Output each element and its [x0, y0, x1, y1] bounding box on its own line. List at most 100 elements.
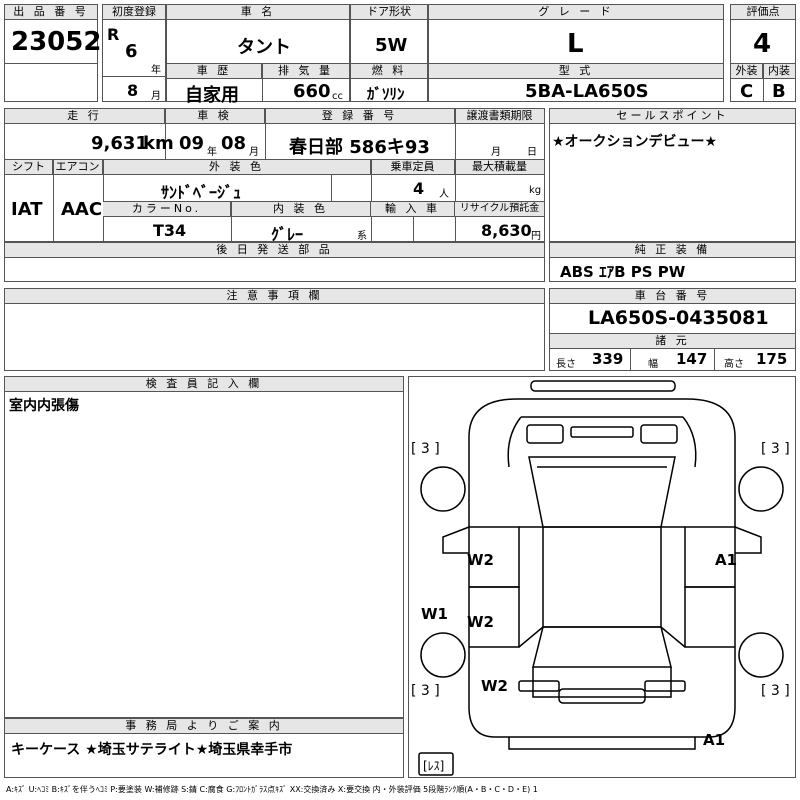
car-diagram: [ 3 ] [ 3 ] [ 3 ] [ 3 ] [ﾚｽ] W2 W2 W2 W1… — [408, 376, 796, 778]
height-label: 高さ — [724, 359, 744, 370]
displacement-label: 排 気 量 — [262, 64, 349, 79]
inspector-label: 検 査 員 記 入 欄 — [5, 377, 403, 392]
load-unit: kg — [529, 185, 542, 196]
notes-label: 注 意 事 項 欄 — [5, 289, 544, 304]
grade-label: グ レ ー ド — [429, 5, 723, 20]
notes-box: 注 意 事 項 欄 — [4, 288, 545, 371]
selling-point-box: セールスポイント ★オークションデビュー★ — [549, 108, 796, 242]
rank-rear-right: [ 3 ] — [761, 683, 790, 699]
inspection-label: 車 検 — [165, 109, 265, 124]
damage-mark-w1-left: W1 — [421, 605, 448, 623]
grade: L — [567, 29, 584, 59]
damage-mark-w2-rear: W2 — [481, 677, 508, 695]
color-no-label: カラーNo. — [103, 202, 231, 217]
mileage-label: 走 行 — [5, 109, 165, 124]
inspector-note: 室内内張傷 — [9, 398, 79, 414]
width: 147 — [676, 350, 708, 368]
interior-grade: B — [772, 81, 786, 102]
rank-rear-left: [ 3 ] — [411, 683, 440, 699]
int-color-label: 内 装 色 — [231, 202, 371, 217]
color-no: T34 — [153, 221, 187, 240]
model: 5BA-LA650S — [525, 81, 649, 102]
fuel-label: 燃 料 — [351, 64, 427, 79]
rank-front-right: [ 3 ] — [761, 441, 790, 457]
equipment-box: 純 正 装 備 ABS ｴｱB PS PW — [549, 242, 796, 282]
era: R — [107, 25, 120, 44]
recycle-label: リサイクル預託金 — [455, 202, 544, 217]
first-reg-label: 初度登録 — [103, 5, 165, 20]
transfer-day: 日 — [527, 147, 537, 158]
capacity: 4 — [413, 179, 425, 198]
legend: A:ｷｽﾞ U:ﾍｺﾐ B:ｷｽﾞを伴うﾍｺﾐ P:要塗装 W:補修跡 S:錆 … — [6, 785, 538, 794]
mileage-unit: km — [143, 133, 174, 154]
grade-box: グ レ ー ド L 型 式 5BA-LA650S — [428, 4, 724, 102]
transfer-label: 譲渡書類期限 — [455, 109, 544, 124]
year-unit: 年 — [151, 65, 161, 76]
equipment: ABS ｴｱB PS PW — [560, 263, 686, 281]
mileage: 9,631 — [91, 133, 148, 154]
info-box: 走 行 車 検 登 録 番 号 譲渡書類期限 9,631 km 09 年 08 … — [4, 108, 545, 244]
equipment-label: 純 正 装 備 — [550, 243, 795, 258]
transfer-month: 月 — [491, 147, 501, 158]
car-name-label: 車 名 — [167, 5, 349, 20]
displacement-unit: cc — [332, 91, 343, 102]
capacity-label: 乗車定員 — [371, 160, 455, 175]
ext-color: ｻﾝﾄﾞﾍﾞｰｼﾞｭ — [161, 183, 242, 202]
inspection-month-unit: 月 — [249, 147, 259, 158]
inspection-month: 08 — [221, 133, 247, 154]
chassis-label: 車 台 番 号 — [550, 289, 795, 304]
selling-point: ★オークションデビュー★ — [552, 134, 718, 150]
door: 5W — [375, 35, 408, 56]
damage-mark-a1-right: A1 — [715, 551, 738, 569]
office-box: 事 務 局 よ り ご 案 内 キーケース ★埼玉サテライト★埼玉県幸手市 — [4, 718, 404, 778]
score: 4 — [753, 29, 772, 59]
office-note: キーケース ★埼玉サテライト★埼玉県幸手市 — [11, 742, 293, 758]
spec-label: 諸 元 — [550, 333, 795, 349]
inspection-year: 09 — [179, 133, 205, 154]
plate-number: 春日部 586キ93 — [289, 137, 430, 158]
later-parts-box: 後 日 発 送 部 品 — [4, 242, 545, 282]
score-box: 評価点 4 外装 内装 C B — [730, 4, 796, 102]
fuel: ｶﾞｿﾘﾝ — [367, 85, 405, 103]
width-label: 幅 — [648, 359, 658, 370]
office-label: 事 務 局 よ り ご 案 内 — [5, 719, 403, 734]
interior-label: 内装 — [763, 64, 795, 79]
load-label: 最大積載量 — [455, 160, 544, 175]
length: 339 — [592, 350, 624, 368]
int-color-unit: 系 — [357, 231, 367, 242]
shift: IAT — [11, 199, 43, 220]
ac-label: エアコン — [53, 160, 103, 175]
score-label: 評価点 — [731, 5, 795, 20]
car-diagram-drawing — [418, 380, 784, 776]
reg-month: 8 — [127, 81, 139, 100]
inspection-year-unit: 年 — [207, 147, 217, 158]
spare-tire-label: [ﾚｽ] — [423, 759, 445, 773]
chassis-number: LA650S-0435081 — [588, 307, 769, 329]
history: 自家用 — [185, 85, 239, 106]
inspector-box: 検 査 員 記 入 欄 室内内張傷 — [4, 376, 404, 718]
car-name: タント — [237, 37, 291, 58]
car-name-box: 車 名 タント 車 歴 排 気 量 自家用 660 cc — [166, 4, 350, 106]
selling-point-label: セールスポイント — [550, 109, 795, 124]
ac: AAC — [61, 199, 103, 220]
history-label: 車 歴 — [167, 64, 262, 79]
recycle-fee: 8,630 — [481, 221, 532, 240]
damage-mark-w2-rear-left: W2 — [467, 613, 494, 631]
exterior-label: 外装 — [731, 64, 763, 79]
door-label: ドア形状 — [351, 5, 427, 20]
month-unit: 月 — [151, 91, 161, 102]
lot-number: 23052 — [11, 27, 102, 57]
model-label: 型 式 — [429, 64, 723, 79]
first-registration-box: 初度登録 R 6 年 8 月 — [102, 4, 166, 102]
length-label: 長さ — [556, 359, 576, 370]
plate-label: 登 録 番 号 — [265, 109, 455, 124]
capacity-unit: 人 — [439, 189, 449, 200]
height: 175 — [756, 350, 788, 368]
exterior-grade: C — [740, 81, 754, 102]
recycle-unit: 円 — [531, 231, 541, 242]
rank-front-left: [ 3 ] — [411, 441, 440, 457]
import-label: 輸 入 車 — [371, 202, 455, 217]
ext-color-label: 外 装 色 — [103, 160, 371, 175]
lot-label: 出 品 番 号 — [5, 5, 97, 20]
damage-mark-w2-front-left: W2 — [467, 551, 494, 569]
